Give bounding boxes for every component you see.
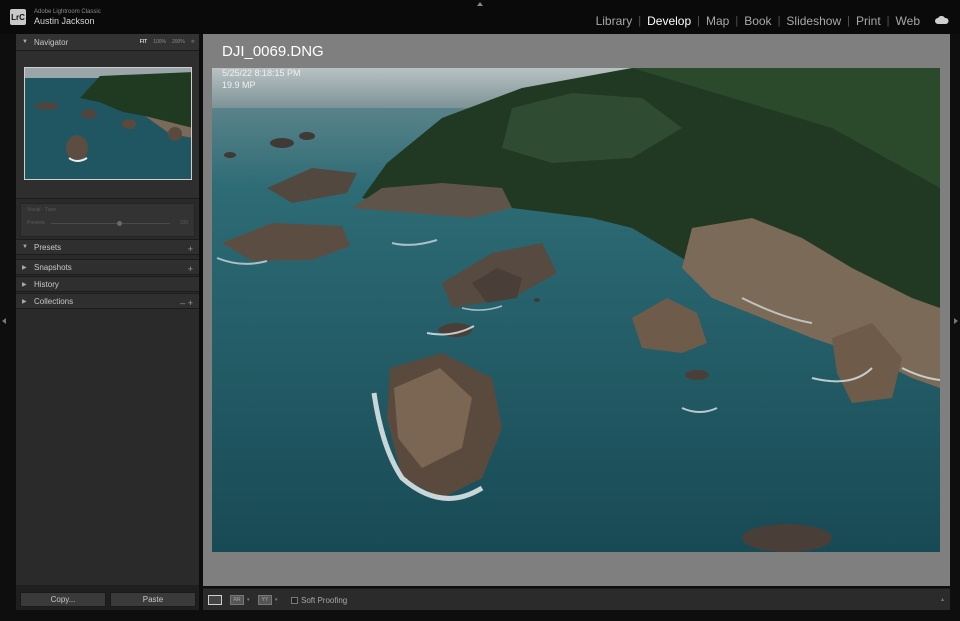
module-map[interactable]: Map	[700, 14, 735, 28]
navigator-thumbnail[interactable]	[24, 67, 192, 180]
cloud-sync-icon[interactable]	[935, 16, 949, 24]
left-panel: ▼ Navigator FIT 100% 200% ≑ Visual · Tun…	[16, 34, 199, 610]
loupe-view: DJI_0069.DNG 5/25/22 8:18:15 PM 19.9 MP	[203, 34, 950, 586]
loupe-view-icon[interactable]	[208, 595, 222, 605]
zoom-more-option[interactable]: ≑	[191, 39, 195, 45]
section-label: Snapshots	[34, 262, 72, 272]
user-name: Austin Jackson	[34, 16, 95, 26]
zoom-fit-option[interactable]: FIT	[140, 39, 148, 45]
module-book[interactable]: Book	[738, 14, 777, 28]
develop-toolbar: RR ▾ YY ▾ Soft Proofing ▴	[203, 588, 950, 610]
aerial-coastline-photo[interactable]	[212, 68, 940, 552]
photo-info-overlay: DJI_0069.DNG 5/25/22 8:18:15 PM 19.9 MP	[222, 43, 324, 90]
collapse-right-arrow-icon[interactable]	[954, 318, 958, 324]
section-label: Collections	[34, 296, 74, 306]
navigator-zoom-options: FIT 100% 200% ≑	[140, 39, 195, 45]
triangle-right-icon: ▶	[22, 264, 27, 271]
zoom-200-option[interactable]: 200%	[172, 39, 185, 45]
paste-settings-button[interactable]: Paste	[110, 592, 196, 607]
photo-filename: DJI_0069.DNG	[222, 43, 324, 60]
collapse-left-arrow-icon[interactable]	[2, 318, 6, 324]
triangle-down-icon: ▼	[22, 244, 28, 250]
collection-actions-icon[interactable]: – +	[180, 298, 193, 308]
navigator-header[interactable]: ▼ Navigator FIT 100% 200% ≑	[16, 34, 199, 51]
preview-slider-box: Visual · Tune Preview 100	[20, 203, 195, 237]
triangle-down-icon: ▼	[22, 39, 28, 45]
zoom-100-option[interactable]: 100%	[153, 39, 166, 45]
module-develop[interactable]: Develop	[641, 14, 697, 28]
section-label: History	[34, 279, 59, 289]
before-after-left-right-icon[interactable]: RR	[230, 595, 244, 605]
slider-label: Preview	[27, 220, 45, 226]
preview-slider-track[interactable]	[51, 223, 170, 224]
section-snapshots[interactable]: ▶ Snapshots +	[16, 259, 199, 275]
navigator-title: Navigator	[34, 37, 69, 47]
copy-paste-bar: Copy... Paste	[16, 585, 199, 610]
triangle-right-icon: ▶	[22, 298, 27, 305]
top-bar: LrC Adobe Lightroom Classic Austin Jacks…	[0, 0, 960, 34]
module-print[interactable]: Print	[850, 14, 887, 28]
soft-proofing-checkbox[interactable]	[291, 597, 298, 604]
module-slideshow[interactable]: Slideshow	[780, 14, 847, 28]
slider-value: 100	[179, 220, 188, 226]
module-library[interactable]: Library	[590, 14, 639, 28]
chevron-down-icon[interactable]: ▾	[247, 597, 250, 603]
preview-slider-handle[interactable]	[116, 221, 122, 226]
section-presets[interactable]: ▼ Presets +	[16, 239, 199, 255]
add-snapshot-icon[interactable]: +	[188, 264, 193, 274]
triangle-right-icon: ▶	[22, 281, 27, 288]
photo-megapixels: 19.9 MP	[222, 80, 256, 90]
module-picker: Library | Develop | Map | Book | Slideshow | …	[590, 14, 926, 28]
section-label: Presets	[34, 242, 62, 252]
before-after-top-bottom-icon[interactable]: YY	[258, 595, 272, 605]
soft-proofing-label: Soft Proofing	[301, 596, 348, 605]
slider-box-title: Visual · Tune	[27, 207, 57, 213]
toolbar-menu-chevron-icon[interactable]: ▴	[941, 596, 944, 603]
collapse-top-arrow-icon[interactable]	[477, 2, 483, 6]
section-history[interactable]: ▶ History	[16, 276, 199, 292]
lrc-logo-icon: LrC	[10, 9, 26, 25]
copy-settings-button[interactable]: Copy...	[20, 592, 106, 607]
photo-capture-date: 5/25/22 8:18:15 PM	[222, 68, 301, 78]
app-name: Adobe Lightroom Classic	[34, 9, 101, 15]
chevron-down-icon[interactable]: ▾	[275, 597, 278, 603]
navigator-preview	[16, 51, 199, 199]
add-preset-icon[interactable]: +	[188, 244, 193, 254]
module-web[interactable]: Web	[890, 14, 926, 28]
section-collections[interactable]: ▶ Collections – +	[16, 293, 199, 309]
